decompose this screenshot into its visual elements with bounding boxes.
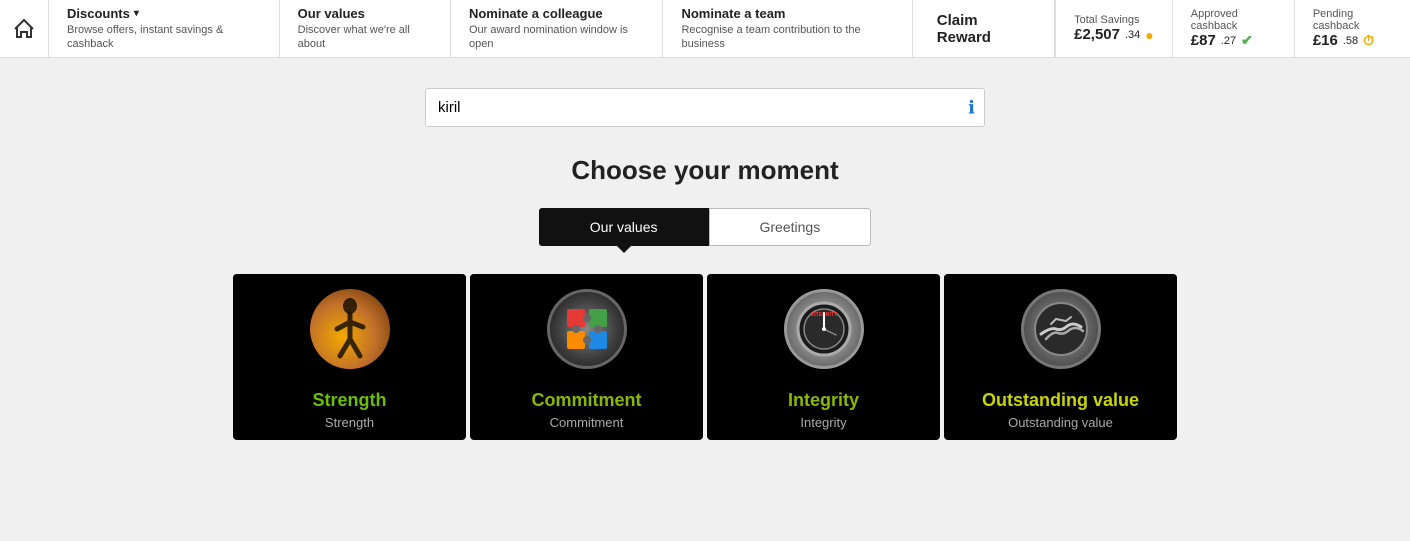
nav-item-nominate-colleague[interactable]: Nominate a colleague Our award nominatio… xyxy=(451,0,663,57)
nav-our-values-sub: Discover what we're all about xyxy=(298,23,432,52)
card-strength-image xyxy=(233,274,466,384)
card-commitment-sublabel: Commitment xyxy=(470,415,703,440)
nav-nominate-team-title: Nominate a team xyxy=(681,6,785,21)
commitment-puzzle xyxy=(562,304,612,354)
card-commitment[interactable]: Commitment Commitment xyxy=(470,274,703,440)
card-integrity-sublabel: Integrity xyxy=(707,415,940,440)
outstanding-handshake xyxy=(1031,299,1091,359)
approved-cashback-label: Approved cashback xyxy=(1191,8,1276,32)
strength-circle xyxy=(310,289,390,369)
card-integrity[interactable]: INTEGRITY Integrity Integrity xyxy=(707,274,940,440)
pending-cashback-label: Pending cashback xyxy=(1313,8,1392,32)
pending-cashback-stat: Pending cashback £16.58 ⏱ xyxy=(1294,0,1410,57)
integrity-clock: INTEGRITY xyxy=(794,299,854,359)
nav-item-our-values[interactable]: Our values Discover what we're all about xyxy=(280,0,451,57)
check-icon: ✔ xyxy=(1241,32,1253,49)
total-savings-stat: Total Savings £2,507.34 ● xyxy=(1055,0,1172,57)
card-strength[interactable]: Strength Strength xyxy=(233,274,466,440)
clock-icon: ⏱ xyxy=(1363,32,1374,49)
nav-nominate-team-sub: Recognise a team contribution to the bus… xyxy=(681,23,893,52)
claim-reward-button[interactable]: Claim Reward xyxy=(913,0,1055,57)
nav-nominate-colleague-sub: Our award nomination window is open xyxy=(469,23,644,52)
nav-item-nominate-team[interactable]: Nominate a team Recognise a team contrib… xyxy=(663,0,912,57)
info-icon[interactable]: ℹ xyxy=(968,97,975,118)
nav-item-discounts[interactable]: Discounts ▾ Browse offers, instant savin… xyxy=(49,0,280,57)
integrity-circle: INTEGRITY xyxy=(784,289,864,369)
card-strength-label: Strength xyxy=(233,384,466,415)
approved-cashback-stat: Approved cashback £87.27 ✔ xyxy=(1172,0,1294,57)
card-integrity-image: INTEGRITY xyxy=(707,274,940,384)
card-outstanding-image xyxy=(944,274,1177,384)
tab-greetings[interactable]: Greetings xyxy=(709,208,872,246)
nav-our-values-title: Our values xyxy=(298,6,365,21)
nav-stats: Total Savings £2,507.34 ● Approved cashb… xyxy=(1055,0,1410,57)
nav-discounts-title: Discounts xyxy=(67,6,130,21)
nav-nominate-colleague-title: Nominate a colleague xyxy=(469,6,603,21)
search-wrap: ℹ xyxy=(425,88,985,127)
total-savings-label: Total Savings xyxy=(1074,14,1154,26)
search-input[interactable] xyxy=(425,88,985,127)
home-button[interactable] xyxy=(0,0,49,57)
commitment-circle xyxy=(547,289,627,369)
pending-cashback-value: £16.58 ⏱ xyxy=(1313,32,1392,49)
tab-our-values[interactable]: Our values xyxy=(539,208,709,246)
card-strength-sublabel: Strength xyxy=(233,415,466,440)
card-outstanding[interactable]: Outstanding value Outstanding value xyxy=(944,274,1177,440)
strength-silhouette xyxy=(325,294,375,364)
main-content: ℹ Choose your moment Our values Greeting… xyxy=(0,58,1410,541)
card-commitment-label: Commitment xyxy=(470,384,703,415)
total-savings-value: £2,507.34 ● xyxy=(1074,26,1154,43)
card-integrity-label: Integrity xyxy=(707,384,940,415)
approved-cashback-value: £87.27 ✔ xyxy=(1191,32,1276,49)
cards-row: Strength Strength xyxy=(213,274,1197,440)
nav-discounts-sub: Browse offers, instant savings & cashbac… xyxy=(67,23,261,52)
card-outstanding-sublabel: Outstanding value xyxy=(944,415,1177,440)
top-nav: Discounts ▾ Browse offers, instant savin… xyxy=(0,0,1410,58)
chevron-down-icon: ▾ xyxy=(134,8,139,19)
choose-heading: Choose your moment xyxy=(571,155,838,186)
card-commitment-image xyxy=(470,274,703,384)
tabs-wrap: Our values Greetings xyxy=(539,208,871,246)
coin-icon: ● xyxy=(1145,27,1153,43)
home-icon xyxy=(12,17,36,41)
card-outstanding-label: Outstanding value xyxy=(944,384,1177,415)
outstanding-circle xyxy=(1021,289,1101,369)
